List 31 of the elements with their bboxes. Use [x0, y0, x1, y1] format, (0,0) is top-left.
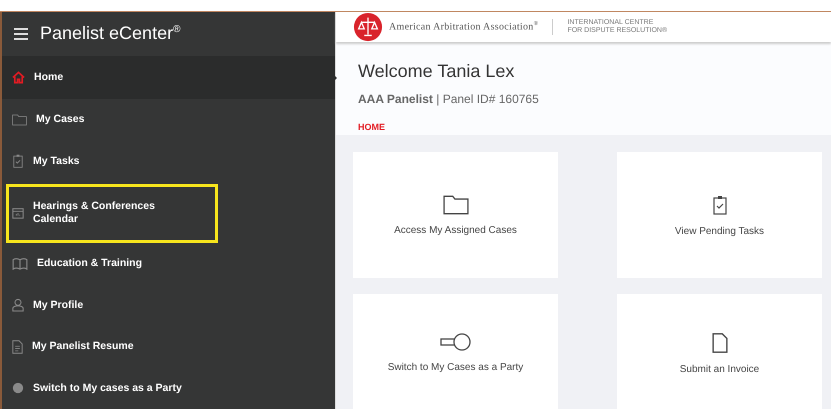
breadcrumb[interactable]: HOME [358, 122, 385, 132]
dashboard-card[interactable]: Submit an Invoice [617, 294, 822, 409]
role-label: AAA Panelist [358, 92, 433, 106]
panel-id: | Panel ID# 160765 [436, 92, 539, 106]
dashboard-card[interactable]: Access My Assigned Cases [353, 152, 558, 278]
app-title: Panelist eCenter$^{®}$ [40, 23, 180, 44]
clipboard-icon [12, 154, 24, 168]
nav-item[interactable]: My Tasks [2, 140, 335, 182]
nav-item[interactable]: My Panelist Resume [2, 326, 335, 368]
document-icon [712, 332, 728, 354]
document-icon [12, 340, 23, 354]
folder-icon [442, 194, 468, 214]
book-icon [12, 258, 28, 270]
person-icon [12, 298, 24, 312]
folder-icon [12, 114, 27, 126]
nav-item[interactable]: My Cases [2, 98, 335, 140]
nav-item[interactable]: Hearings & Conferences Calendar [6, 184, 218, 243]
nav-item[interactable]: Switch to My cases as a Party [2, 367, 335, 409]
menu-icon[interactable] [14, 28, 28, 40]
nav-item[interactable]: Home [2, 56, 335, 99]
key-icon [440, 332, 472, 352]
circle-icon [12, 382, 24, 394]
welcome-heading: Welcome Tania Lex [358, 61, 516, 82]
nav-item[interactable]: My Profile [2, 284, 335, 326]
calendar-icon [12, 207, 24, 220]
home-icon [12, 70, 25, 84]
clipboard-icon [712, 194, 726, 216]
dashboard-card[interactable]: Switch to My Cases as a Party [353, 294, 558, 409]
dashboard-card[interactable]: View Pending Tasks [617, 152, 822, 278]
nav-item[interactable]: Education & Training [2, 242, 335, 284]
org-name: American Arbitration Association$^{®}$ [389, 21, 538, 33]
